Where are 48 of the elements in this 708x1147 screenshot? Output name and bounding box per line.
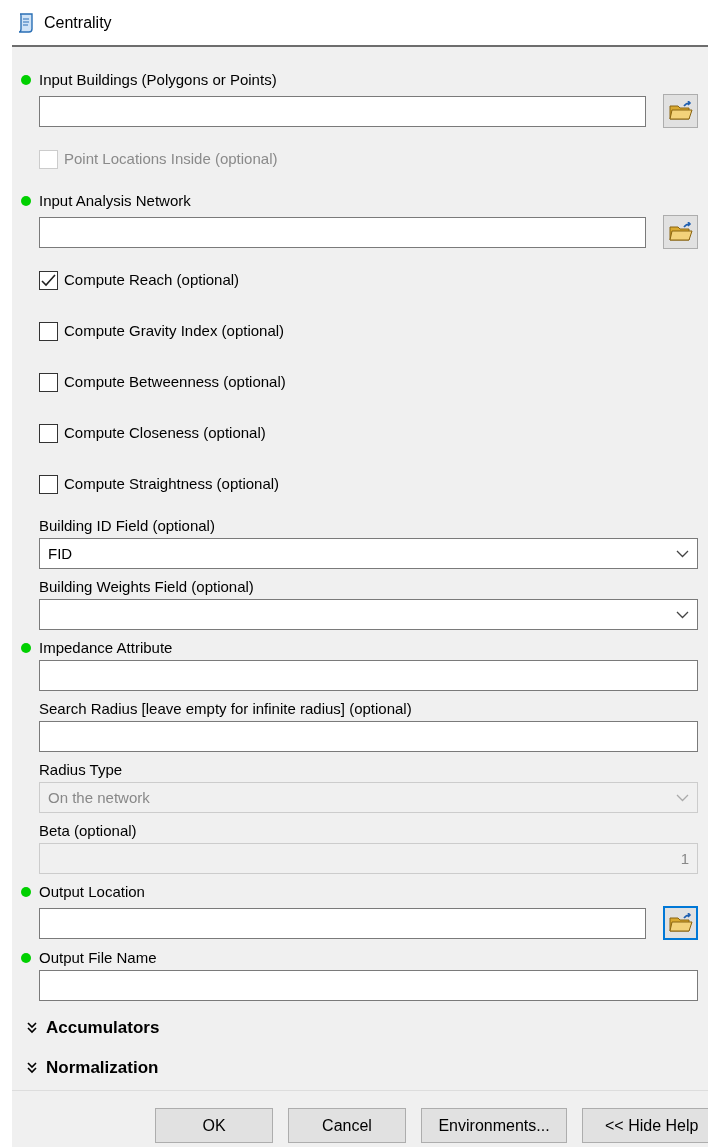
chevron-down-icon (676, 793, 689, 802)
checkbox[interactable] (39, 423, 58, 443)
script-icon (16, 11, 36, 34)
dropdown-field[interactable] (39, 599, 698, 630)
window-title: Centrality (44, 12, 112, 33)
expand-icon[interactable] (27, 1062, 37, 1074)
checkbox[interactable] (39, 372, 58, 392)
field-label: Search Radius [leave empty for infinite radius] (optional) (39, 699, 413, 719)
checkbox-label: Compute Betweenness (optional) (64, 372, 286, 392)
input-field[interactable] (39, 216, 646, 248)
chevron-down-icon (676, 549, 689, 558)
checkbox[interactable] (39, 321, 58, 341)
section-header[interactable]: Normalization (46, 1057, 159, 1079)
input-field[interactable] (39, 95, 646, 127)
field-label: Building Weights Field (optional) (39, 577, 255, 597)
field-label: Building ID Field (optional) (39, 516, 216, 536)
field-label: Impedance Attribute (39, 638, 174, 658)
field-label: Beta (optional) (39, 821, 138, 841)
checkbox[interactable] (39, 474, 58, 494)
checkbox-label: Compute Closeness (optional) (64, 423, 266, 443)
checkbox-label: Point Locations Inside (optional) (64, 149, 278, 169)
folder-icon (668, 913, 693, 933)
hide-help-button[interactable]: << Hide Help (582, 1108, 708, 1143)
dropdown-field[interactable]: FID (39, 538, 698, 569)
chevron-down-icon (676, 610, 689, 619)
input-field[interactable] (39, 721, 698, 752)
browse-button[interactable] (663, 215, 698, 249)
input-field[interactable] (39, 907, 646, 939)
input-field[interactable] (39, 660, 698, 691)
cancel-button[interactable]: Cancel (288, 1108, 406, 1143)
ok-button[interactable]: OK (155, 1108, 273, 1143)
checkbox-label: Compute Straightness (optional) (64, 474, 280, 494)
checkbox[interactable] (39, 270, 58, 290)
browse-button[interactable] (663, 94, 698, 128)
environments-button[interactable]: Environments... (421, 1108, 567, 1143)
expand-icon[interactable] (27, 1022, 37, 1034)
field-label: Output File Name (39, 948, 158, 968)
browse-button[interactable] (663, 906, 698, 940)
folder-icon (668, 101, 693, 121)
field-label: Input Analysis Network (39, 191, 192, 211)
checkbox-label: Compute Reach (optional) (64, 270, 240, 290)
section-header[interactable]: Accumulators (46, 1017, 160, 1039)
field-label: Radius Type (39, 760, 124, 780)
input-field[interactable] (39, 970, 698, 1001)
checkbox-label: Compute Gravity Index (optional) (64, 321, 285, 341)
field-label: Input Buildings (Polygons or Points) (39, 70, 278, 90)
field-label: Output Location (39, 882, 146, 902)
folder-icon (668, 222, 693, 242)
